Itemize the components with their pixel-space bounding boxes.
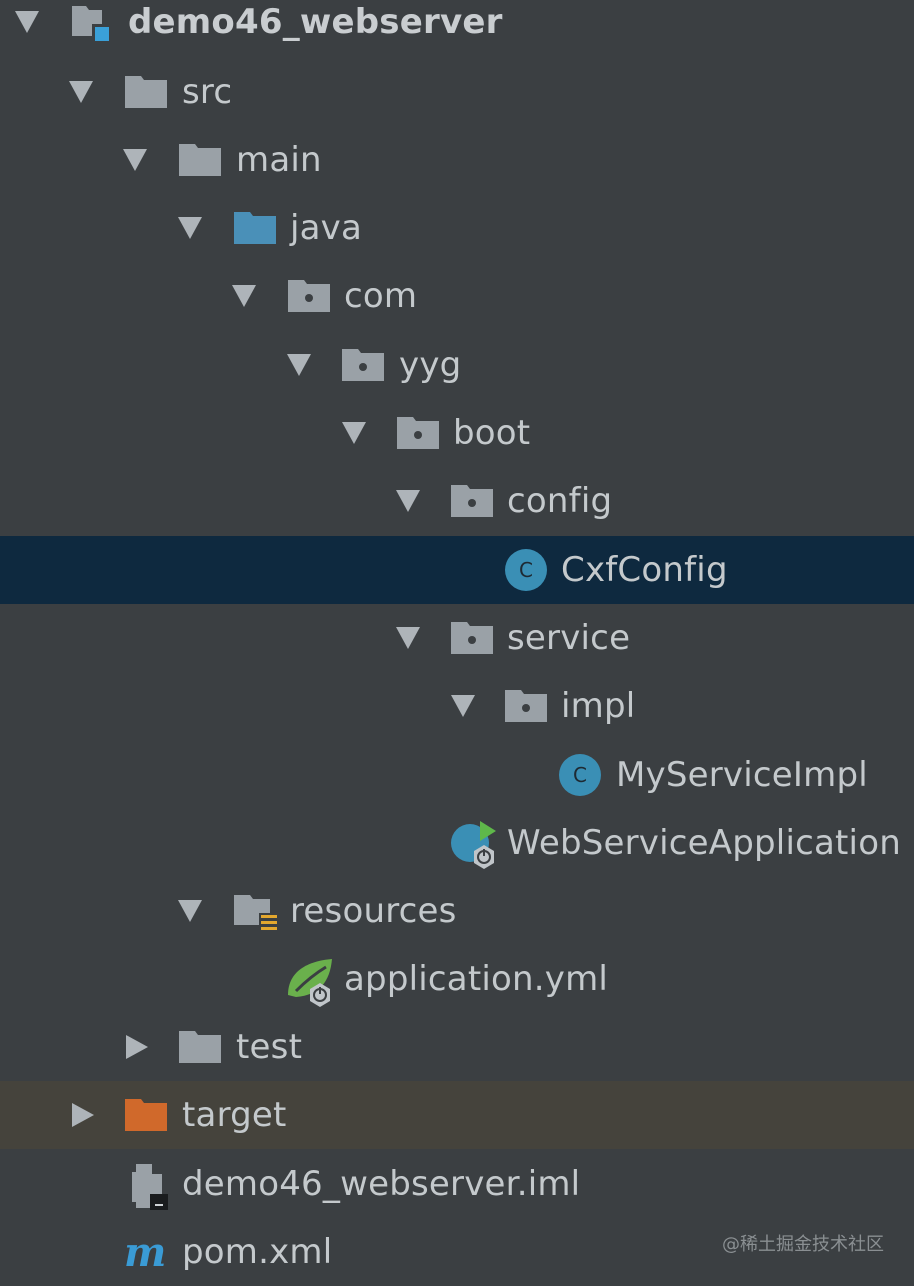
- tree-label-config: config: [507, 481, 613, 521]
- project-tree: demo46_webserver src main java com yyg b…: [0, 0, 914, 1286]
- expand-arrow-down-icon[interactable]: [446, 672, 480, 740]
- tree-label-root: demo46_webserver: [128, 2, 503, 42]
- svg-text:C: C: [573, 763, 587, 787]
- tree-label-application-yml: application.yml: [344, 959, 609, 999]
- expand-arrow-down-icon[interactable]: [227, 262, 261, 330]
- expand-arrow-down-icon[interactable]: [337, 399, 371, 467]
- tree-row-config[interactable]: config: [0, 467, 914, 535]
- tree-label-main: main: [236, 140, 322, 180]
- tree-row-impl[interactable]: impl: [0, 672, 914, 740]
- tree-label-service: service: [507, 618, 631, 658]
- tree-label-boot: boot: [453, 413, 531, 453]
- package-icon: [450, 618, 494, 658]
- tree-label-resources: resources: [290, 891, 457, 931]
- tree-row-main[interactable]: main: [0, 126, 914, 194]
- folder-icon: [124, 72, 168, 112]
- tree-label-web-service-application: WebServiceApplication: [507, 823, 901, 863]
- module-folder-icon: [70, 2, 114, 42]
- tree-row-java[interactable]: java: [0, 194, 914, 262]
- tree-row-service[interactable]: service: [0, 604, 914, 672]
- tree-row-target[interactable]: target: [0, 1081, 914, 1149]
- package-icon: [341, 345, 385, 385]
- expand-arrow-right-icon[interactable]: [66, 1081, 100, 1149]
- svg-text:C: C: [519, 558, 533, 582]
- excluded-folder-icon: [124, 1095, 168, 1135]
- tree-label-java: java: [290, 208, 363, 248]
- expand-arrow-right-icon[interactable]: [120, 1013, 154, 1081]
- expand-arrow-down-icon[interactable]: [282, 331, 316, 399]
- tree-row-application-yml[interactable]: application.yml: [0, 945, 914, 1013]
- tree-row-iml-file[interactable]: demo46_webserver.iml: [0, 1150, 914, 1218]
- tree-row-cxf-config[interactable]: C CxfConfig: [0, 536, 914, 604]
- package-icon: [287, 276, 331, 316]
- expand-arrow-down-icon[interactable]: [64, 58, 98, 126]
- source-root-folder-icon: [233, 208, 277, 248]
- tree-label-cxf-config: CxfConfig: [561, 550, 728, 590]
- package-icon: [450, 481, 494, 521]
- folder-icon: [178, 1027, 222, 1067]
- tree-row-my-service-impl[interactable]: C MyServiceImpl: [0, 741, 914, 809]
- tree-label-impl: impl: [561, 686, 636, 726]
- spring-yaml-icon: [286, 955, 336, 1007]
- resources-folder-icon: [233, 891, 281, 935]
- tree-row-yyg[interactable]: yyg: [0, 331, 914, 399]
- tree-row-com[interactable]: com: [0, 262, 914, 330]
- spring-boot-run-icon: [450, 819, 498, 869]
- tree-row-resources[interactable]: resources: [0, 877, 914, 945]
- tree-label-yyg: yyg: [399, 345, 462, 385]
- tree-label-target: target: [182, 1095, 287, 1135]
- tree-label-com: com: [344, 276, 418, 316]
- class-icon: C: [558, 753, 602, 796]
- tree-row-boot[interactable]: boot: [0, 399, 914, 467]
- maven-pom-icon: m: [124, 1230, 172, 1274]
- expand-arrow-down-icon[interactable]: [118, 126, 152, 194]
- tree-label-pom: pom.xml: [182, 1232, 333, 1272]
- tree-row-src[interactable]: src: [0, 58, 914, 126]
- expand-arrow-down-icon[interactable]: [391, 467, 425, 535]
- expand-arrow-down-icon[interactable]: [391, 604, 425, 672]
- expand-arrow-down-icon[interactable]: [173, 194, 207, 262]
- tree-label-src: src: [182, 72, 233, 112]
- package-icon: [396, 413, 440, 453]
- iml-file-icon: [128, 1162, 172, 1210]
- expand-arrow-down-icon[interactable]: [10, 0, 44, 56]
- watermark: @稀土掘金技术社区: [722, 1234, 884, 1255]
- class-icon: C: [504, 548, 548, 591]
- package-icon: [504, 686, 548, 726]
- expand-arrow-down-icon[interactable]: [173, 877, 207, 945]
- tree-label-iml-file: demo46_webserver.iml: [182, 1164, 581, 1204]
- tree-label-test: test: [236, 1027, 303, 1067]
- folder-icon: [178, 140, 222, 180]
- tree-row-test[interactable]: test: [0, 1013, 914, 1081]
- tree-row-web-service-application[interactable]: WebServiceApplication: [0, 809, 914, 877]
- svg-text:m: m: [124, 1230, 166, 1274]
- tree-row-root[interactable]: demo46_webserver: [0, 0, 914, 56]
- tree-label-my-service-impl: MyServiceImpl: [616, 755, 868, 795]
